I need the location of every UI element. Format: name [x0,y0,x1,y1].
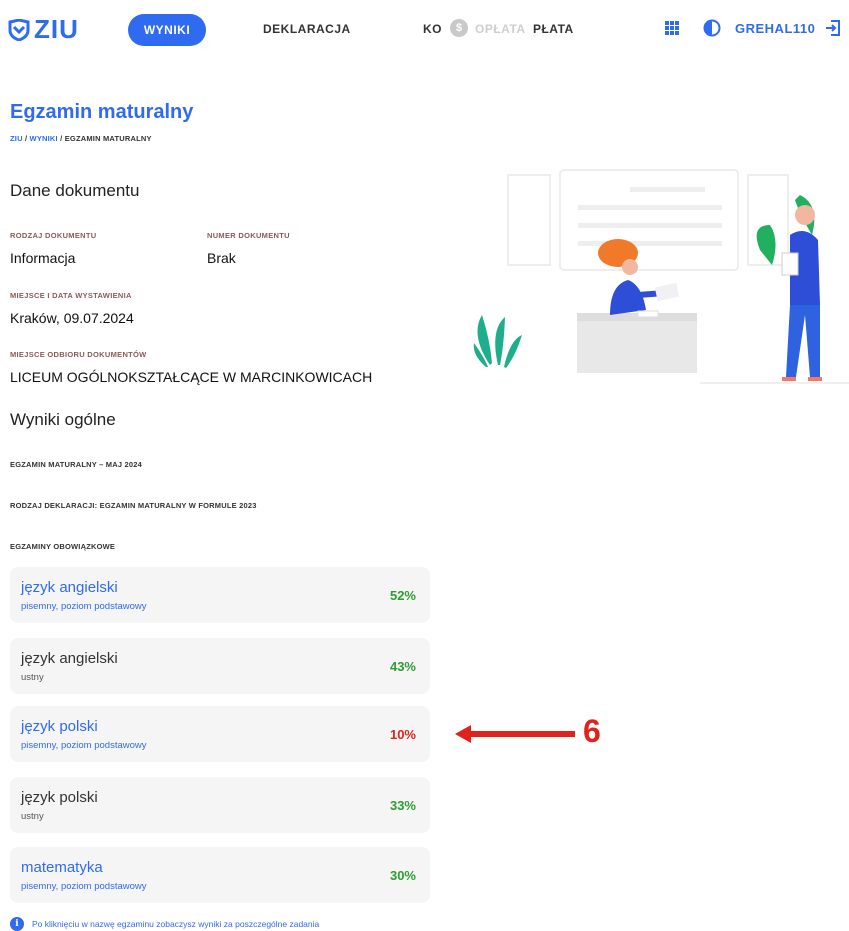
exam-score: 30% [389,868,416,883]
breadcrumb-wyniki-link[interactable]: WYNIKI [30,134,58,143]
exam-score: 52% [389,588,416,603]
contrast-icon[interactable] [703,19,721,37]
exam-subtitle: ustny [21,811,44,822]
exam-card-english-written: język angielski pisemny, poziom podstawo… [10,567,430,623]
logo-shield-icon [8,18,30,41]
breadcrumb-separator: / [57,134,65,143]
document-number-value: Brak [207,250,236,266]
exam-subtitle: pisemny, poziom podstawowy [21,740,147,751]
logo-text: ZIU [34,14,79,44]
breadcrumb-current: EGZAMIN MATURALNY [64,134,152,143]
exam-subtitle: pisemny, poziom podstawowy [21,601,147,612]
exam-score: 10% [389,727,416,742]
mandatory-exams-label: EGZAMINY OBOWIĄZKOWE [10,542,116,551]
nav-tab-oplata-tooltip[interactable]: OPŁATA PŁATA [475,22,574,36]
document-type-label: RODZAJ DOKUMENTU [10,231,97,240]
nav-tab-ko[interactable]: KO [423,22,442,36]
place-date-label: MIEJSCE I DATA WYSTAWIENIA [10,291,132,300]
place-date-value: Kraków, 09.07.2024 [10,310,134,326]
breadcrumb-separator: / [22,134,30,143]
nav-oplata-label: PŁATA [532,22,574,36]
exam-session-label: EGZAMIN MATURALNY – MAJ 2024 [10,460,143,469]
nav-tab-wyniki[interactable]: WYNIKI [128,14,206,46]
info-icon: i [10,917,24,931]
exam-name: język polski [21,789,98,806]
username-link[interactable]: GREHAL110 [735,21,815,36]
pickup-place-label: MIEJSCE ODBIORU DOKUMENTÓW [10,350,147,359]
declaration-type-label: RODZAJ DEKLARACJI: EGZAMIN MATURALNY W F… [10,501,257,510]
breadcrumb-root-link[interactable]: ZIU [10,134,23,143]
exam-name-link[interactable]: język polski [21,718,98,735]
coin-icon: $ [450,19,468,37]
document-number-label: NUMER DOKUMENTU [207,231,290,240]
results-section-title: Wyniki ogólne [10,410,116,429]
info-note: i Po kliknięciu w nazwę egzaminu zobaczy… [10,917,319,931]
exam-score: 43% [389,659,416,674]
annotation-arrow-icon [455,725,575,743]
document-section-title: Dane dokumentu [10,181,140,200]
annotation-number: 6 [583,713,601,749]
logout-icon[interactable] [824,19,842,37]
illustration-image [473,169,849,384]
exam-subtitle: pisemny, poziom podstawowy [21,881,147,892]
exam-name-link[interactable]: matematyka [21,859,103,876]
pickup-place-value: LICEUM OGÓLNOKSZTAŁCĄCE W MARCINKOWICACH [10,369,373,385]
exam-score: 33% [389,798,416,813]
top-navigation-bar: ZIU WYNIKI DEKLARACJA KO $ OPŁATA PŁATA … [0,0,849,62]
page-title: Egzamin maturalny [10,101,194,123]
nav-tab-deklaracja[interactable]: DEKLARACJA [263,22,351,36]
exam-card-english-oral: język angielski ustny 43% [10,638,430,694]
exam-name: język angielski [21,650,118,667]
exam-subtitle: ustny [21,672,44,683]
logo[interactable]: ZIU [8,14,79,45]
seated-person [598,239,680,318]
standing-person [756,195,822,381]
nav-oplata-faded-label: OPŁATA [475,22,526,36]
document-type-value: Informacja [10,250,76,266]
exam-name-link[interactable]: język angielski [21,579,118,596]
breadcrumb: ZIU / WYNIKI / EGZAMIN MATURALNY [10,134,152,143]
apps-grid-icon[interactable] [665,21,679,35]
exam-card-math-written: matematyka pisemny, poziom podstawowy 30… [10,847,430,903]
exam-card-polish-written: język polski pisemny, poziom podstawowy … [10,706,430,762]
plant-leaves [473,315,522,368]
exam-card-polish-oral: język polski ustny 33% [10,777,430,833]
info-note-text: Po kliknięciu w nazwę egzaminu zobaczysz… [32,919,320,929]
